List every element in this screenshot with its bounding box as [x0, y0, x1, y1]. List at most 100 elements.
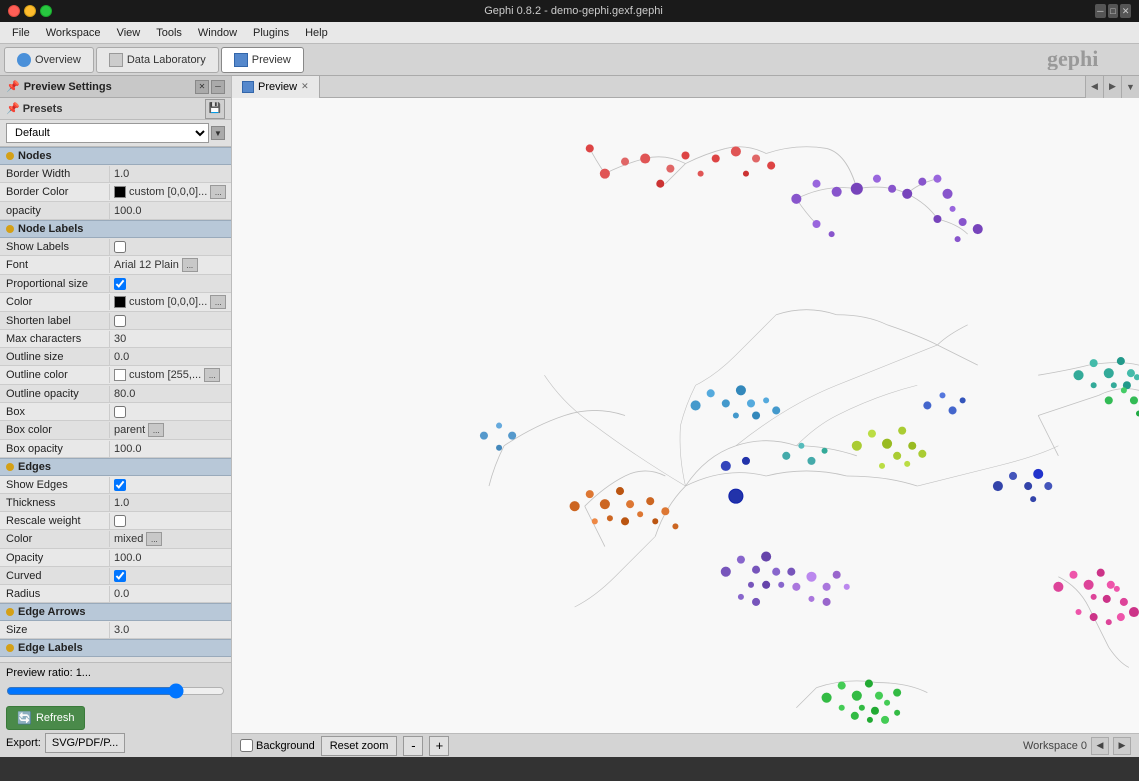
prop-radius-value: 0.0 [110, 586, 231, 602]
presets-section: 📌 Presets 💾 [0, 98, 231, 120]
section-nodes: Nodes [0, 147, 231, 165]
shorten-label-checkbox[interactable] [114, 315, 126, 327]
panel-title-text: Preview Settings [24, 81, 112, 93]
prop-color-value: custom [0,0,0]... ... [110, 293, 231, 311]
reset-zoom-btn[interactable]: Reset zoom [321, 736, 398, 756]
zoom-minus-icon: - [411, 738, 415, 753]
prop-shorten-label-name: Shorten label [0, 313, 110, 329]
prop-size-value: 3.0 [110, 622, 231, 638]
menu-file[interactable]: File [4, 25, 38, 41]
prop-max-characters: Max characters 30 [0, 330, 231, 348]
reset-zoom-label: Reset zoom [330, 740, 389, 752]
proportional-size-checkbox[interactable] [114, 278, 126, 290]
prop-size-name: Size [0, 622, 110, 638]
panel-title: 📌 Preview Settings [6, 80, 112, 93]
prop-thickness-name: Thickness [0, 495, 110, 511]
section-edge-arrows: Edge Arrows [0, 603, 231, 621]
prop-proportional-size: Proportional size [0, 275, 231, 293]
prop-outline-color-name: Outline color [0, 367, 110, 383]
panel-minimize-btn[interactable]: ─ [211, 80, 225, 94]
menu-help[interactable]: Help [297, 25, 336, 41]
background-checkbox[interactable] [240, 739, 253, 752]
preview-tab-label: Preview [258, 81, 297, 93]
prop-opacity-name: opacity [0, 203, 110, 219]
prop-font-value: Arial 12 Plain ... [110, 256, 231, 274]
close-btn[interactable]: ✕ [1120, 4, 1131, 18]
section-node-labels: Node Labels [0, 220, 231, 238]
zoom-out-btn[interactable]: - [403, 736, 423, 756]
prop-show-edges: Show Edges [0, 476, 231, 494]
border-color-edit-btn[interactable]: ... [210, 185, 226, 199]
edge-labels-pin [6, 644, 14, 652]
prop-edge-color-name: Color [0, 531, 110, 547]
preset-dropdown-arrow[interactable]: ▼ [211, 126, 225, 140]
preset-save-btn[interactable]: 💾 [205, 99, 225, 119]
tab-datalaboratory[interactable]: Data Laboratory [96, 47, 219, 73]
show-labels-checkbox[interactable] [114, 241, 126, 253]
rescale-weight-checkbox[interactable] [114, 515, 126, 527]
tab-nav-menu[interactable]: ▼ [1121, 76, 1139, 98]
menu-plugins[interactable]: Plugins [245, 25, 297, 41]
prop-outline-color-value: custom [255,... ... [110, 366, 231, 384]
preview-ratio-slider[interactable] [6, 683, 225, 699]
title-bar: Gephi 0.8.2 - demo-gephi.gexf.gephi ─ □ … [0, 0, 1139, 22]
refresh-icon: 🔄 [17, 711, 32, 725]
settings-scroll[interactable]: Nodes Border Width 1.0 Border Color cust… [0, 147, 231, 662]
tab-toolbar: Overview Data Laboratory Preview gephi [0, 44, 1139, 76]
edges-pin [6, 463, 14, 471]
tab-overview[interactable]: Overview [4, 47, 94, 73]
prop-outline-size-name: Outline size [0, 349, 110, 365]
outline-color-edit-btn[interactable]: ... [204, 368, 220, 382]
zoom-in-btn[interactable]: + [429, 736, 449, 756]
menu-window[interactable]: Window [190, 25, 245, 41]
menu-view[interactable]: View [109, 25, 149, 41]
tab-preview[interactable]: Preview [221, 47, 304, 73]
export-btn[interactable]: SVG/PDF/P... [45, 733, 125, 753]
minimize-btn[interactable]: ─ [1095, 4, 1106, 18]
prop-proportional-size-value [110, 276, 231, 292]
curved-checkbox[interactable] [114, 570, 126, 582]
prop-edge-color: Color mixed ... [0, 530, 231, 549]
refresh-button[interactable]: 🔄 Refresh [6, 706, 85, 730]
svg-text:gephi: gephi [1047, 46, 1098, 70]
edge-arrows-label: Edge Arrows [18, 606, 85, 618]
prop-border-width-name: Border Width [0, 166, 110, 182]
tab-nav-next[interactable]: ▶ [1103, 76, 1121, 98]
workspace-next-btn[interactable]: ▶ [1113, 737, 1131, 755]
bottom-row: 🔄 Refresh [6, 706, 225, 730]
workspace-label: Workspace 0 [1023, 740, 1087, 752]
prop-box-color-name: Box color [0, 422, 110, 438]
preset-dropdown-row: Default ▼ [0, 120, 231, 147]
prop-color: Color custom [0,0,0]... ... [0, 293, 231, 312]
status-bar: Background Reset zoom - + Workspace 0 ◀ … [232, 733, 1139, 757]
preview-ratio-label: Preview ratio: 1... [6, 667, 91, 679]
box-color-edit-btn[interactable]: ... [148, 423, 164, 437]
prop-rescale-weight: Rescale weight [0, 512, 231, 530]
nodes-label: Nodes [18, 150, 52, 162]
menu-workspace[interactable]: Workspace [38, 25, 109, 41]
workspace-prev-btn[interactable]: ◀ [1091, 737, 1109, 755]
prop-opacity-value: 100.0 [110, 203, 231, 219]
panel-close-btn[interactable]: ✕ [195, 80, 209, 94]
prop-color-name: Color [0, 294, 110, 310]
show-edges-checkbox[interactable] [114, 479, 126, 491]
preview-tab[interactable]: Preview ✕ [232, 76, 320, 98]
box-checkbox[interactable] [114, 406, 126, 418]
tab-nav-btns: ◀ ▶ ▼ [1085, 76, 1139, 98]
tab-nav-prev[interactable]: ◀ [1085, 76, 1103, 98]
left-panel: 📌 Preview Settings ✕ ─ 📌 Presets 💾 Defau… [0, 76, 232, 757]
prop-box: Box [0, 403, 231, 421]
prop-edge-opacity: Opacity 100.0 [0, 549, 231, 567]
tab-datalaboratory-label: Data Laboratory [127, 54, 206, 66]
restore-btn[interactable]: □ [1108, 4, 1119, 18]
font-edit-btn[interactable]: ... [182, 258, 198, 272]
prop-proportional-size-name: Proportional size [0, 276, 110, 292]
menu-tools[interactable]: Tools [148, 25, 190, 41]
color-edit-btn[interactable]: ... [210, 295, 226, 309]
prop-radius-name: Radius [0, 586, 110, 602]
bottom-controls: Preview ratio: 1... 🔄 Refresh Export: SV… [0, 662, 231, 757]
preset-dropdown[interactable]: Default [6, 123, 209, 143]
preview-tab-close[interactable]: ✕ [301, 81, 309, 92]
edge-color-edit-btn[interactable]: ... [146, 532, 162, 546]
prop-show-labels: Show Labels [0, 238, 231, 256]
